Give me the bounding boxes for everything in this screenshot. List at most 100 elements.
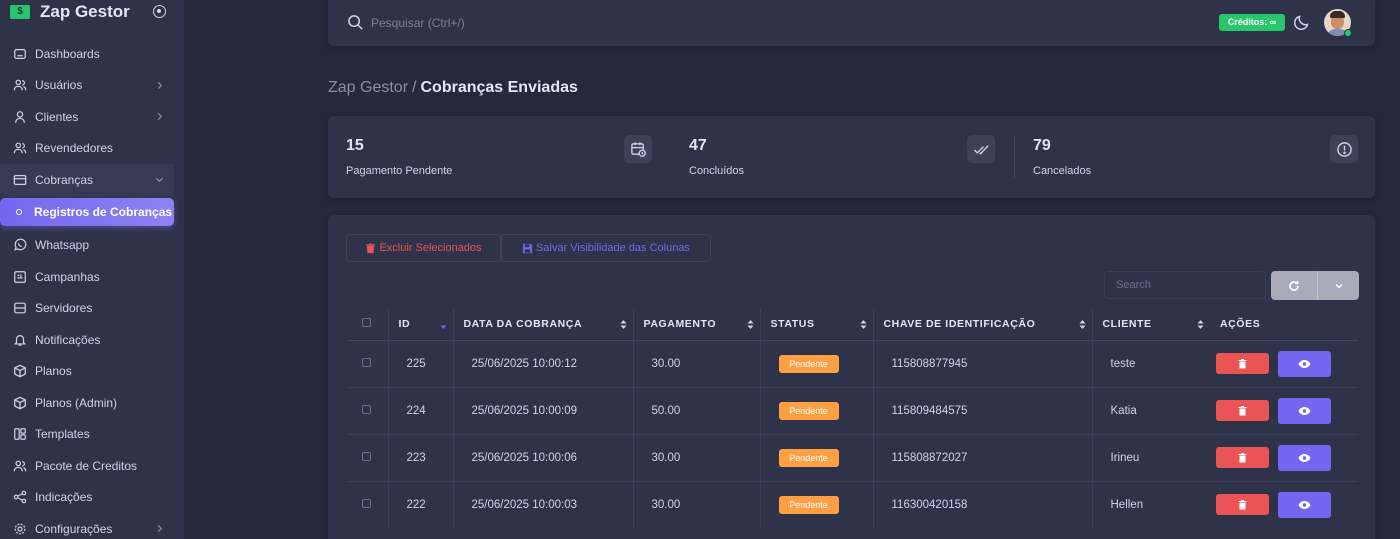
sidebar-item-registros-de-cobrancas[interactable]: Registros de Cobranças xyxy=(0,197,174,226)
trash-icon xyxy=(366,242,376,253)
delete-row-button[interactable] xyxy=(1216,353,1269,374)
page-title: Cobranças Enviadas xyxy=(420,79,578,96)
sidebar: $ Zap Gestor Dashboards Usuários Cliente… xyxy=(0,0,184,539)
sidebar-item-notificacoes[interactable]: Notificações xyxy=(0,324,184,356)
columns-dropdown-button[interactable] xyxy=(1317,271,1359,300)
users-icon xyxy=(13,141,27,155)
sidebar-item-dashboards[interactable]: Dashboards xyxy=(0,38,184,70)
cell-date: 25/06/2025 10:00:03 xyxy=(452,480,633,528)
column-header-status[interactable]: Status xyxy=(759,308,873,341)
stat-label: Cancelados xyxy=(1033,165,1092,177)
chevron-down-icon xyxy=(1335,283,1342,288)
table-row: 223 25/06/2025 10:00:06 30.00 Pendente 1… xyxy=(348,433,1358,481)
row-checkbox[interactable] xyxy=(362,451,371,461)
row-checkbox[interactable] xyxy=(362,498,371,508)
column-header-cliente[interactable]: Cliente xyxy=(1091,308,1210,341)
sidebar-item-planos[interactable]: Planos xyxy=(0,356,184,388)
delete-row-button[interactable] xyxy=(1216,447,1269,468)
select-all-header[interactable] xyxy=(348,308,388,341)
sidebar-item-templates[interactable]: Templates xyxy=(0,419,184,451)
cell-payment: 50.00 xyxy=(632,386,760,434)
global-search-input[interactable] xyxy=(371,12,671,34)
gear-icon xyxy=(13,522,27,536)
stat-label: Pagamento Pendente xyxy=(346,165,453,177)
refresh-button[interactable] xyxy=(1271,271,1317,300)
sidebar-item-label: Templates xyxy=(35,427,90,442)
sidebar-item-usuarios[interactable]: Usuários xyxy=(0,70,184,102)
column-header-label: Ações xyxy=(1220,317,1261,330)
table-row: 224 25/06/2025 10:00:09 50.00 Pendente 1… xyxy=(348,386,1358,434)
cell-status: Pendente xyxy=(759,433,873,481)
cell-payment: 30.00 xyxy=(632,433,760,481)
trash-icon xyxy=(1238,358,1247,368)
view-row-button[interactable] xyxy=(1278,397,1331,424)
sidebar-item-revendedores[interactable]: Revendedores xyxy=(0,133,184,165)
stats-card: 15 Pagamento Pendente 47 Concluídos 79 C… xyxy=(328,116,1375,198)
table-search-input[interactable] xyxy=(1104,271,1266,299)
stat-label: Concluídos xyxy=(689,165,745,177)
column-header-data-da-cobranca[interactable]: Data da Cobrança xyxy=(452,308,633,341)
view-row-button[interactable] xyxy=(1278,444,1331,471)
column-header-id[interactable]: ID xyxy=(387,308,453,341)
breadcrumb-root[interactable]: Zap Gestor xyxy=(328,79,408,96)
save-columns-label: Salvar Visibilidade das Colunas xyxy=(536,242,690,254)
cell-key: 116300420158 xyxy=(872,480,1092,528)
table-header-row: ID Data da Cobrança Pagamento Status Cha… xyxy=(348,308,1358,341)
select-all-checkbox[interactable] xyxy=(362,317,371,327)
sidebar-item-cobrancas[interactable]: Cobranças xyxy=(0,164,174,196)
sidebar-item-label: Planos xyxy=(35,364,72,379)
sidebar-item-indicacoes[interactable]: Indicações xyxy=(0,482,184,514)
sidebar-toggle-icon[interactable] xyxy=(153,5,166,18)
brand[interactable]: $ Zap Gestor xyxy=(10,2,130,22)
sidebar-item-planos-admin[interactable]: Planos (Admin) xyxy=(0,387,184,419)
sidebar-item-servidores[interactable]: Servidores xyxy=(0,293,184,325)
delete-row-button[interactable] xyxy=(1216,400,1269,421)
whatsapp-icon xyxy=(13,238,27,252)
search-icon[interactable] xyxy=(347,14,364,31)
sidebar-item-campanhas[interactable]: Campanhas xyxy=(0,261,184,293)
cell-key: 115808872027 xyxy=(872,433,1092,481)
credit-card-icon xyxy=(13,173,27,187)
credits-badge[interactable]: Créditos: ∞ xyxy=(1219,14,1285,31)
row-checkbox[interactable] xyxy=(362,357,371,367)
delete-selected-label: Excluir Selecionados xyxy=(379,242,482,254)
package-icon xyxy=(13,364,27,378)
row-checkbox[interactable] xyxy=(362,404,371,414)
trash-icon xyxy=(1238,499,1247,510)
delete-selected-button[interactable]: Excluir Selecionados xyxy=(346,234,501,262)
column-header-pagamento[interactable]: Pagamento xyxy=(632,308,760,341)
eye-icon xyxy=(1298,500,1311,509)
brand-name: Zap Gestor xyxy=(40,2,130,21)
cell-status: Pendente xyxy=(759,480,873,528)
moon-icon[interactable] xyxy=(1293,13,1311,31)
stat-pending: 15 Pagamento Pendente xyxy=(328,116,671,198)
chevron-right-icon xyxy=(157,81,163,89)
save-icon xyxy=(522,243,533,253)
view-row-button[interactable] xyxy=(1278,491,1331,518)
cell-payment: 30.00 xyxy=(632,480,760,528)
cell-date: 25/06/2025 10:00:09 xyxy=(452,386,633,434)
layout-icon xyxy=(13,427,27,441)
topbar: Créditos: ∞ xyxy=(328,0,1375,46)
column-header-chave[interactable]: Chave de Identificação xyxy=(872,308,1092,341)
sidebar-item-label: Servidores xyxy=(35,301,93,316)
table-row: 222 25/06/2025 10:00:03 30.00 Pendente 1… xyxy=(348,480,1358,528)
sidebar-item-clientes[interactable]: Clientes xyxy=(0,101,184,133)
sidebar-item-label: Registros de Cobranças xyxy=(34,204,173,219)
calendar-clock-icon xyxy=(624,135,652,163)
save-columns-visibility-button[interactable]: Salvar Visibilidade das Colunas xyxy=(501,234,711,262)
sidebar-item-label: Revendedores xyxy=(35,141,114,156)
eye-icon xyxy=(1298,406,1311,415)
column-header-label: Data da Cobrança xyxy=(463,317,583,330)
server-icon xyxy=(13,301,27,315)
sidebar-item-whatsapp[interactable]: Whatsapp xyxy=(0,230,184,262)
column-header-label: Cliente xyxy=(1102,317,1152,330)
sort-icon xyxy=(620,320,626,329)
double-check-icon xyxy=(967,135,995,163)
view-row-button[interactable] xyxy=(1278,350,1331,377)
sidebar-item-configuracoes[interactable]: Configurações xyxy=(0,513,184,539)
delete-row-button[interactable] xyxy=(1216,494,1269,516)
sidebar-item-pacote-de-creditos[interactable]: Pacote de Creditos xyxy=(0,450,184,482)
home-icon xyxy=(13,47,27,61)
eye-icon xyxy=(1298,453,1311,462)
